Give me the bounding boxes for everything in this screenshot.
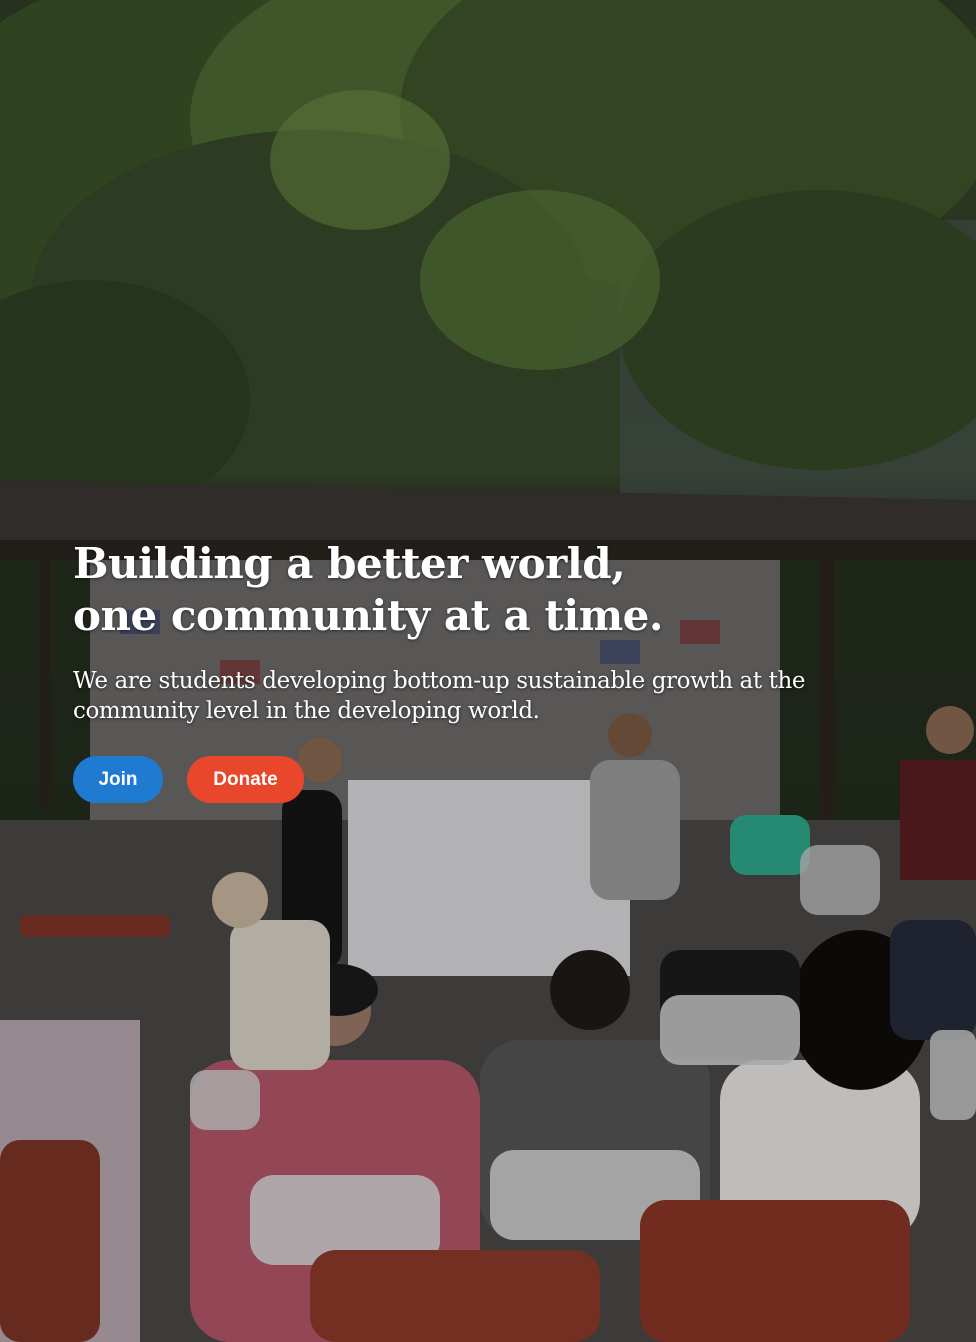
hero-actions: Join Donate [73, 756, 913, 803]
join-button[interactable]: Join [73, 756, 163, 803]
hero-headline-line-1: Building a better world, [73, 539, 626, 588]
hero-content: Building a better world, one community a… [73, 538, 913, 803]
hero-section: Building a better world, one community a… [0, 0, 976, 1342]
donate-button[interactable]: Donate [187, 756, 304, 803]
hero-subtitle: We are students developing bottom-up sus… [73, 668, 806, 724]
hero-headline: Building a better world, one community a… [73, 538, 913, 642]
hero-headline-line-2: one community at a time. [73, 591, 664, 640]
